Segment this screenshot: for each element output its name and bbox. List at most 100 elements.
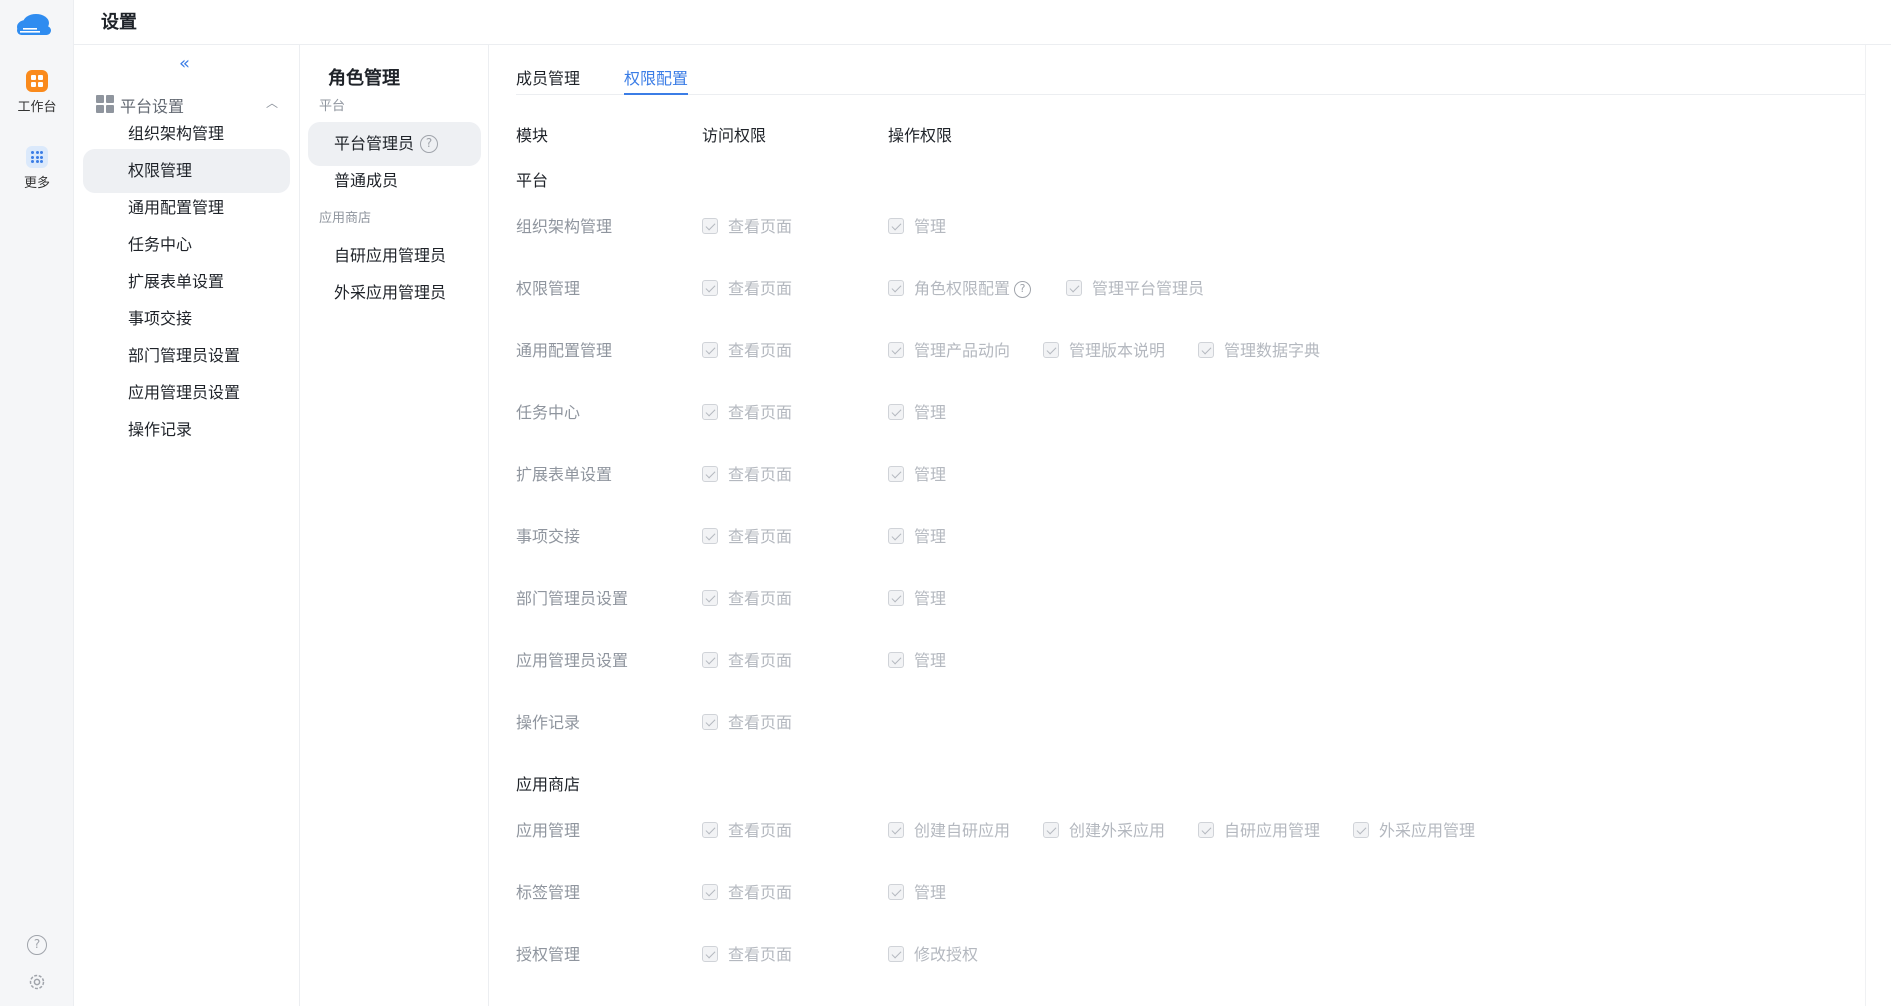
role-item-normal-member[interactable]: 普通成员 <box>308 159 481 203</box>
chevron-up-icon: ︿ <box>265 96 278 110</box>
access-checkbox[interactable]: 查看页面 <box>702 337 792 361</box>
checkbox-checked-icon <box>702 528 718 544</box>
operation-checkbox[interactable]: 创建外采应用 <box>1043 817 1165 841</box>
checkbox-checked-icon <box>702 218 718 234</box>
checkbox-checked-icon <box>702 590 718 606</box>
app-rail: 工作台 更多 ? <box>0 0 74 1006</box>
operation-checkbox[interactable]: 管理平台管理员 <box>1066 275 1204 299</box>
access-checkbox[interactable]: 查看页面 <box>702 585 792 609</box>
access-checkbox[interactable]: 查看页面 <box>702 941 792 965</box>
table-row: 部门管理员设置 查看页面 管理 <box>516 585 1865 609</box>
access-checkbox[interactable]: 查看页面 <box>702 461 792 485</box>
operation-checkbox[interactable]: 角色权限配置? <box>888 275 1032 299</box>
permission-content: 成员管理 权限配置 模块 访问权限 操作权限 平台 组织架构管理 查看页面 管理… <box>489 45 1865 1006</box>
settings-button[interactable] <box>0 972 74 992</box>
column-header-access: 访问权限 <box>702 126 767 145</box>
question-circle-icon: ? <box>27 935 47 955</box>
operation-checkbox[interactable]: 管理 <box>888 213 946 237</box>
module-name: 部门管理员设置 <box>516 589 629 608</box>
access-checkbox[interactable]: 查看页面 <box>702 817 792 841</box>
role-panel: 角色管理 平台 平台管理员? 普通成员 应用商店 自研应用管理员 外采应用管理员 <box>300 45 489 1006</box>
access-checkbox[interactable]: 查看页面 <box>702 709 792 733</box>
table-row: 扩展表单设置 查看页面 管理 <box>516 461 1865 485</box>
collapse-sidebar-icon[interactable]: « <box>179 53 190 74</box>
column-header-module: 模块 <box>516 126 549 145</box>
access-checkbox[interactable]: 查看页面 <box>702 879 792 903</box>
access-checkbox[interactable]: 查看页面 <box>702 399 792 423</box>
checkbox-checked-icon <box>1043 822 1059 838</box>
module-name: 任务中心 <box>516 403 581 422</box>
access-checkbox[interactable]: 查看页面 <box>702 275 792 299</box>
grid-icon <box>96 95 114 113</box>
checkbox-checked-icon <box>702 822 718 838</box>
checkbox-checked-icon <box>888 590 904 606</box>
section-title-store: 应用商店 <box>516 775 581 794</box>
access-checkbox[interactable]: 查看页面 <box>702 523 792 547</box>
checkbox-checked-icon <box>702 714 718 730</box>
operation-checkbox[interactable]: 管理 <box>888 523 946 547</box>
question-circle-icon[interactable]: ? <box>1014 281 1032 298</box>
checkbox-checked-icon <box>888 946 904 962</box>
workbench-icon <box>26 70 48 92</box>
operation-checkbox[interactable]: 管理 <box>888 647 946 671</box>
checkbox-checked-icon <box>702 652 718 668</box>
operation-checkbox[interactable]: 管理版本说明 <box>1043 337 1165 361</box>
module-name: 扩展表单设置 <box>516 465 613 484</box>
checkbox-checked-icon <box>888 652 904 668</box>
module-name: 事项交接 <box>516 527 581 546</box>
role-label: 普通成员 <box>334 171 399 190</box>
operation-checkbox[interactable]: 创建自研应用 <box>888 817 1010 841</box>
operation-checkbox[interactable]: 管理 <box>888 585 946 609</box>
module-name: 授权管理 <box>516 945 581 964</box>
rail-item-label: 工作台 <box>17 100 57 115</box>
checkbox-checked-icon <box>1043 342 1059 358</box>
tab-permissions[interactable]: 权限配置 <box>624 65 689 95</box>
vertical-scrollbar[interactable] <box>1865 45 1891 1006</box>
operation-checkbox[interactable]: 自研应用管理 <box>1198 817 1320 841</box>
question-circle-icon[interactable]: ? <box>420 135 439 153</box>
module-name: 标签管理 <box>516 883 581 902</box>
table-row: 通用配置管理 查看页面 管理产品动向 管理版本说明 管理数据字典 <box>516 337 1865 361</box>
module-name: 组织架构管理 <box>516 217 613 236</box>
operation-checkbox[interactable]: 管理产品动向 <box>888 337 1010 361</box>
rail-item-more[interactable]: 更多 <box>0 146 74 191</box>
role-section-platform: 平台 <box>319 99 346 114</box>
checkbox-checked-icon <box>1353 822 1369 838</box>
table-row: 权限管理 查看页面 角色权限配置? 管理平台管理员 <box>516 275 1865 299</box>
rail-item-label: 更多 <box>23 176 50 191</box>
checkbox-checked-icon <box>1066 280 1082 296</box>
column-header-operation: 操作权限 <box>888 126 953 145</box>
checkbox-checked-icon <box>888 404 904 420</box>
access-checkbox[interactable]: 查看页面 <box>702 213 792 237</box>
checkbox-checked-icon <box>1198 342 1214 358</box>
table-row: 事项交接 查看页面 管理 <box>516 523 1865 547</box>
access-checkbox[interactable]: 查看页面 <box>702 647 792 671</box>
operation-checkbox[interactable]: 管理 <box>888 879 946 903</box>
module-name: 应用管理 <box>516 821 581 840</box>
module-name: 应用管理员设置 <box>516 651 629 670</box>
operation-checkbox[interactable]: 管理 <box>888 461 946 485</box>
checkbox-checked-icon <box>702 466 718 482</box>
menu-item-operation-log[interactable]: 操作记录 <box>83 408 290 452</box>
help-button[interactable]: ? <box>0 935 74 955</box>
operation-checkbox[interactable]: 修改授权 <box>888 941 978 965</box>
page-title: 设置 <box>101 12 137 33</box>
menu-group-platform-settings[interactable]: 平台设置 ︿ <box>96 92 286 116</box>
operation-checkbox[interactable]: 外采应用管理 <box>1353 817 1475 841</box>
table-row: 应用管理 查看页面 创建自研应用 创建外采应用 自研应用管理 外采应用管理 <box>516 817 1865 841</box>
checkbox-checked-icon <box>702 884 718 900</box>
checkbox-checked-icon <box>888 280 904 296</box>
table-row: 组织架构管理 查看页面 管理 <box>516 213 1865 237</box>
table-row: 授权管理 查看页面 修改授权 <box>516 941 1865 965</box>
tab-members[interactable]: 成员管理 <box>516 65 580 95</box>
checkbox-checked-icon <box>702 404 718 420</box>
module-name: 通用配置管理 <box>516 341 613 360</box>
operation-checkbox[interactable]: 管理 <box>888 399 946 423</box>
table-row: 标签管理 查看页面 管理 <box>516 879 1865 903</box>
role-item-external-admin[interactable]: 外采应用管理员 <box>308 271 481 315</box>
rail-item-workbench[interactable]: 工作台 <box>0 70 74 115</box>
role-section-store: 应用商店 <box>319 211 372 226</box>
checkbox-checked-icon <box>1198 822 1214 838</box>
checkbox-checked-icon <box>888 342 904 358</box>
operation-checkbox[interactable]: 管理数据字典 <box>1198 337 1320 361</box>
